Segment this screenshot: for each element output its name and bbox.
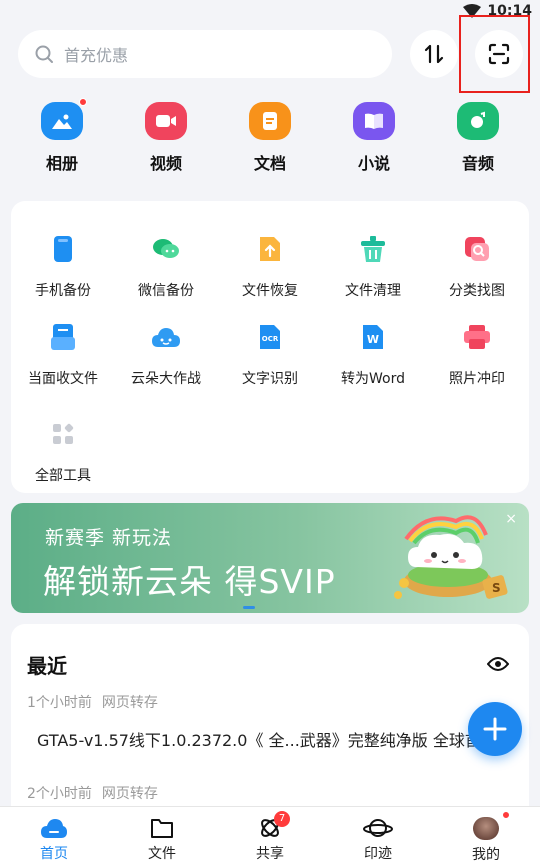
transfer-icon (424, 44, 444, 64)
bottom-nav: 首页 文件 7 共享 印迹 我的 (0, 806, 540, 864)
category-label: 文档 (253, 154, 286, 173)
nav-label: 文件 (148, 846, 176, 862)
nav-profile[interactable]: 我的 (432, 807, 540, 864)
add-button[interactable] (468, 702, 522, 756)
svg-text:S: S (492, 581, 501, 595)
top-bar: 首充优惠 (18, 30, 523, 78)
file-cleanup-icon (358, 234, 388, 264)
search-placeholder: 首充优惠 (64, 46, 129, 65)
ocr-icon: OCR (255, 322, 285, 352)
avatar (473, 817, 499, 840)
plus-icon (483, 717, 507, 741)
album-notification-dot (79, 98, 87, 106)
svg-text:OCR: OCR (262, 335, 279, 343)
tool-all-tools[interactable]: 全部工具 (11, 419, 115, 485)
folder-icon (151, 819, 173, 838)
tool-file-cleanup[interactable]: 文件清理 (321, 234, 425, 300)
svg-text:W: W (367, 333, 379, 346)
phone-backup-icon (48, 234, 78, 264)
recent-group-meta: 1个小时前 网页转存 (27, 692, 158, 712)
tool-label: 照片冲印 (449, 371, 505, 387)
wechat-backup-icon (151, 234, 181, 264)
cloud-mascot-icon: S (394, 515, 508, 599)
home-cloud-icon (41, 819, 67, 838)
tool-to-word[interactable]: W 转为Word (321, 322, 425, 388)
tool-label: 全部工具 (35, 468, 91, 484)
nav-home[interactable]: 首页 (0, 807, 108, 864)
search-bar[interactable]: 首充优惠 (18, 30, 392, 78)
recent-group-meta: 2个小时前 网页转存 (27, 783, 158, 803)
tool-label: 云朵大作战 (131, 371, 201, 387)
category-label: 视频 (149, 154, 182, 173)
tools-panel: 手机备份 微信备份 文件恢复 文件清理 分类找图 当面收文件 云朵大作战 OCR… (11, 201, 529, 493)
nav-footprint[interactable]: 印迹 (324, 807, 432, 864)
profile-notification-dot (502, 811, 510, 819)
to-word-icon: W (358, 322, 388, 352)
document-icon (249, 102, 291, 140)
promo-banner[interactable]: 新赛季 新玩法 解锁新云朵 得SVIP S × (11, 503, 529, 613)
video-icon (145, 102, 187, 140)
tool-cloud-game[interactable]: 云朵大作战 (114, 322, 218, 388)
recent-time: 1个小时前 (27, 695, 92, 711)
category-label: 小说 (357, 154, 390, 173)
search-icon (35, 45, 53, 63)
banner-page-indicator (243, 606, 255, 609)
tool-label: 文字识别 (242, 371, 298, 387)
highlight-box (459, 15, 530, 93)
recent-source: 网页转存 (101, 786, 158, 802)
banner-subtitle: 新赛季 新玩法 (45, 527, 173, 549)
tool-photo-print[interactable]: 照片冲印 (425, 322, 529, 388)
tool-label: 微信备份 (138, 283, 194, 299)
tool-receive-file[interactable]: 当面收文件 (11, 322, 115, 388)
share-badge: 7 (274, 811, 290, 827)
category-document[interactable]: 文档 (240, 102, 300, 174)
category-label: 相册 (45, 154, 78, 173)
tool-label: 当面收文件 (28, 371, 98, 387)
photo-print-icon (462, 322, 492, 352)
nav-files[interactable]: 文件 (108, 807, 216, 864)
novel-icon (353, 102, 395, 140)
tool-label: 转为Word (341, 371, 405, 387)
tool-image-search[interactable]: 分类找图 (425, 234, 529, 300)
category-label: 音频 (461, 154, 494, 173)
nav-label: 我的 (472, 847, 500, 863)
nav-label: 首页 (40, 846, 68, 862)
tool-file-recovery[interactable]: 文件恢复 (218, 234, 322, 300)
file-recovery-icon (255, 234, 285, 264)
planet-icon (363, 819, 393, 837)
nav-label: 印迹 (364, 846, 392, 862)
image-search-icon (462, 234, 492, 264)
banner-close-button[interactable]: × (505, 511, 517, 527)
category-novel[interactable]: 小说 (344, 102, 404, 174)
transfer-button[interactable] (410, 30, 458, 78)
file-name: GTA5-v1.57线下1.0.2372.0《 全...武器》完整纯净版 全球首 (37, 731, 477, 750)
category-album[interactable]: 相册 (32, 98, 92, 174)
audio-icon (457, 102, 499, 140)
tool-label: 分类找图 (449, 283, 505, 299)
tool-label: 文件恢复 (242, 283, 298, 299)
tool-label: 文件清理 (345, 283, 401, 299)
eye-icon[interactable] (487, 656, 509, 672)
receive-file-icon (48, 322, 78, 352)
tool-label: 手机备份 (35, 283, 91, 299)
all-tools-icon (48, 419, 78, 449)
cloud-game-icon (151, 322, 181, 352)
tool-wechat-backup[interactable]: 微信备份 (114, 234, 218, 300)
tool-ocr[interactable]: OCR 文字识别 (218, 322, 322, 388)
album-icon (41, 98, 87, 140)
nav-label: 共享 (256, 846, 284, 862)
category-row: 相册 视频 文档 小说 音频 (10, 98, 530, 174)
tool-phone-backup[interactable]: 手机备份 (11, 234, 115, 300)
nav-share[interactable]: 7 共享 (216, 807, 324, 864)
recent-title: 最近 (27, 654, 67, 678)
recent-source: 网页转存 (101, 695, 158, 711)
category-audio[interactable]: 音频 (448, 102, 508, 174)
recent-time: 2个小时前 (27, 786, 92, 802)
category-video[interactable]: 视频 (136, 102, 196, 174)
recent-file-item[interactable]: GTA5-v1.57线下1.0.2372.0《 全...武器》完整纯净版 全球首 (27, 727, 477, 751)
banner-title: 解锁新云朵 得SVIP (43, 562, 336, 601)
